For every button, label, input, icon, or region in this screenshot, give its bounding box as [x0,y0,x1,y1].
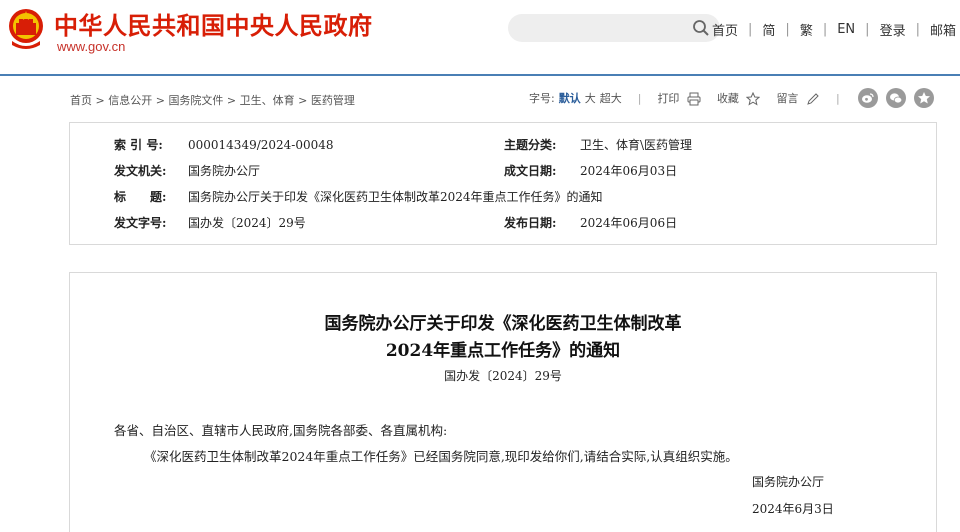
document-content: 国务院办公厅关于印发《深化医药卫生体制改革 2024年重点工作任务》的通知 国办… [69,272,937,532]
title-label: 标 题: [114,190,167,204]
document-title-line: 国务院办公厅关于印发《深化医药卫生体制改革 [324,314,682,334]
nav-mailbox[interactable]: 邮箱 [930,20,956,39]
site-title[interactable]: 中华人民共和国中央人民政府 [54,6,373,41]
document-addressee: 各省、自治区、直辖市人民政府,国务院各部委、各直属机构: [114,423,448,438]
document-title: 国务院办公厅关于印发《深化医药卫生体制改革 2024年重点工作任务》的通知 [70,311,936,365]
index-number-value: 000014349/2024-00048 [188,138,334,152]
comment-button[interactable]: 留言 [776,90,820,106]
document-number-label: 发文字号: [114,216,167,230]
metadata-row: 发文机关: 国务院办公厅 成文日期: 2024年06月03日 [70,161,936,181]
tools-divider: | [637,91,642,105]
breadcrumb-separator: > [294,94,311,107]
font-size-large[interactable]: 大 [585,90,596,106]
breadcrumb-separator: > [223,94,240,107]
nav-home[interactable]: 首页 [712,20,738,39]
document-signer: 国务院办公厅 [752,475,825,489]
nav-english[interactable]: EN [837,22,855,37]
national-emblem-icon[interactable] [6,7,46,51]
print-label: 打印 [657,92,680,105]
breadcrumb-separator: > [92,94,109,107]
category-value: 卫生、体育\医药管理 [580,138,693,152]
nav-simplified[interactable]: 简 [762,20,775,39]
nav-divider: | [915,22,920,37]
issuer-label: 发文机关: [114,164,167,178]
page-tools: 字号: 默认 大 超大 | 打印 收藏 留言 | [529,90,856,106]
publish-date-value: 2024年06月06日 [580,216,678,230]
nav-divider: | [865,22,870,37]
nav-login[interactable]: 登录 [880,20,906,39]
breadcrumb-home[interactable]: 首页 [70,94,92,107]
document-body-paragraph: 《深化医药卫生体制改革2024年重点工作任务》已经国务院同意,现印发给你们,请结… [144,449,738,464]
favorite-label: 收藏 [716,92,739,105]
top-nav: 首页 | 简 | 繁 | EN | 登录 | 邮箱 [712,20,956,39]
created-date-label: 成文日期: [504,164,557,178]
font-size-xlarge[interactable]: 超大 [600,90,622,106]
document-number: 国办发〔2024〕29号 [444,369,562,383]
nav-divider: | [748,22,753,37]
title-value: 国务院办公厅关于印发《深化医药卫生体制改革2024年重点工作任务》的通知 [188,190,603,204]
created-date-value: 2024年06月03日 [580,164,678,178]
index-number-label: 索 引 号: [114,138,163,152]
document-title-line: 2024年重点工作任务》的通知 [385,341,621,361]
nav-divider: | [785,22,790,37]
print-button[interactable]: 打印 [657,90,701,106]
font-size-default[interactable]: 默认 [559,90,581,106]
favorite-icon[interactable] [914,88,934,108]
font-size-label: 字号: [529,92,555,105]
printer-icon [687,92,701,106]
nav-traditional[interactable]: 繁 [800,20,813,39]
search-input[interactable] [508,14,720,42]
weibo-icon[interactable] [858,88,878,108]
nav-divider: | [822,22,828,37]
star-icon [746,92,761,106]
favorite-button[interactable]: 收藏 [717,90,761,106]
share-icons [858,88,934,108]
breadcrumb-bar: 首页 > 信息公开 > 国务院文件 > 卫生、体育 > 医药管理 字号: 默认 … [0,76,960,120]
document-metadata: 索 引 号: 000014349/2024-00048 主题分类: 卫生、体育\… [69,122,937,245]
document-sign-date: 2024年6月3日 [752,502,834,516]
breadcrumb-state-council-docs[interactable]: 国务院文件 [168,94,223,107]
metadata-row: 发文字号: 国办发〔2024〕29号 发布日期: 2024年06月06日 [70,213,936,233]
comment-label: 留言 [776,92,799,105]
breadcrumb: 首页 > 信息公开 > 国务院文件 > 卫生、体育 > 医药管理 [70,92,355,108]
site-url[interactable]: www.gov.cn [57,39,125,54]
wechat-icon[interactable] [886,88,906,108]
breadcrumb-medicine-management[interactable]: 医药管理 [311,94,355,107]
search-icon[interactable] [692,19,710,37]
breadcrumb-health-sports[interactable]: 卫生、体育 [240,94,295,107]
breadcrumb-separator: > [152,94,169,107]
document-number-value: 国办发〔2024〕29号 [188,216,306,230]
pencil-icon [807,93,819,105]
breadcrumb-info-disclosure[interactable]: 信息公开 [108,94,152,107]
metadata-row: 标 题: 国务院办公厅关于印发《深化医药卫生体制改革2024年重点工作任务》的通… [70,187,936,207]
publish-date-label: 发布日期: [504,216,557,230]
issuer-value: 国务院办公厅 [188,164,261,178]
site-header: 中华人民共和国中央人民政府 www.gov.cn 首页 | 简 | 繁 | EN… [0,0,960,74]
category-label: 主题分类: [504,138,557,152]
metadata-row: 索 引 号: 000014349/2024-00048 主题分类: 卫生、体育\… [70,135,936,155]
tools-divider: | [835,91,840,105]
